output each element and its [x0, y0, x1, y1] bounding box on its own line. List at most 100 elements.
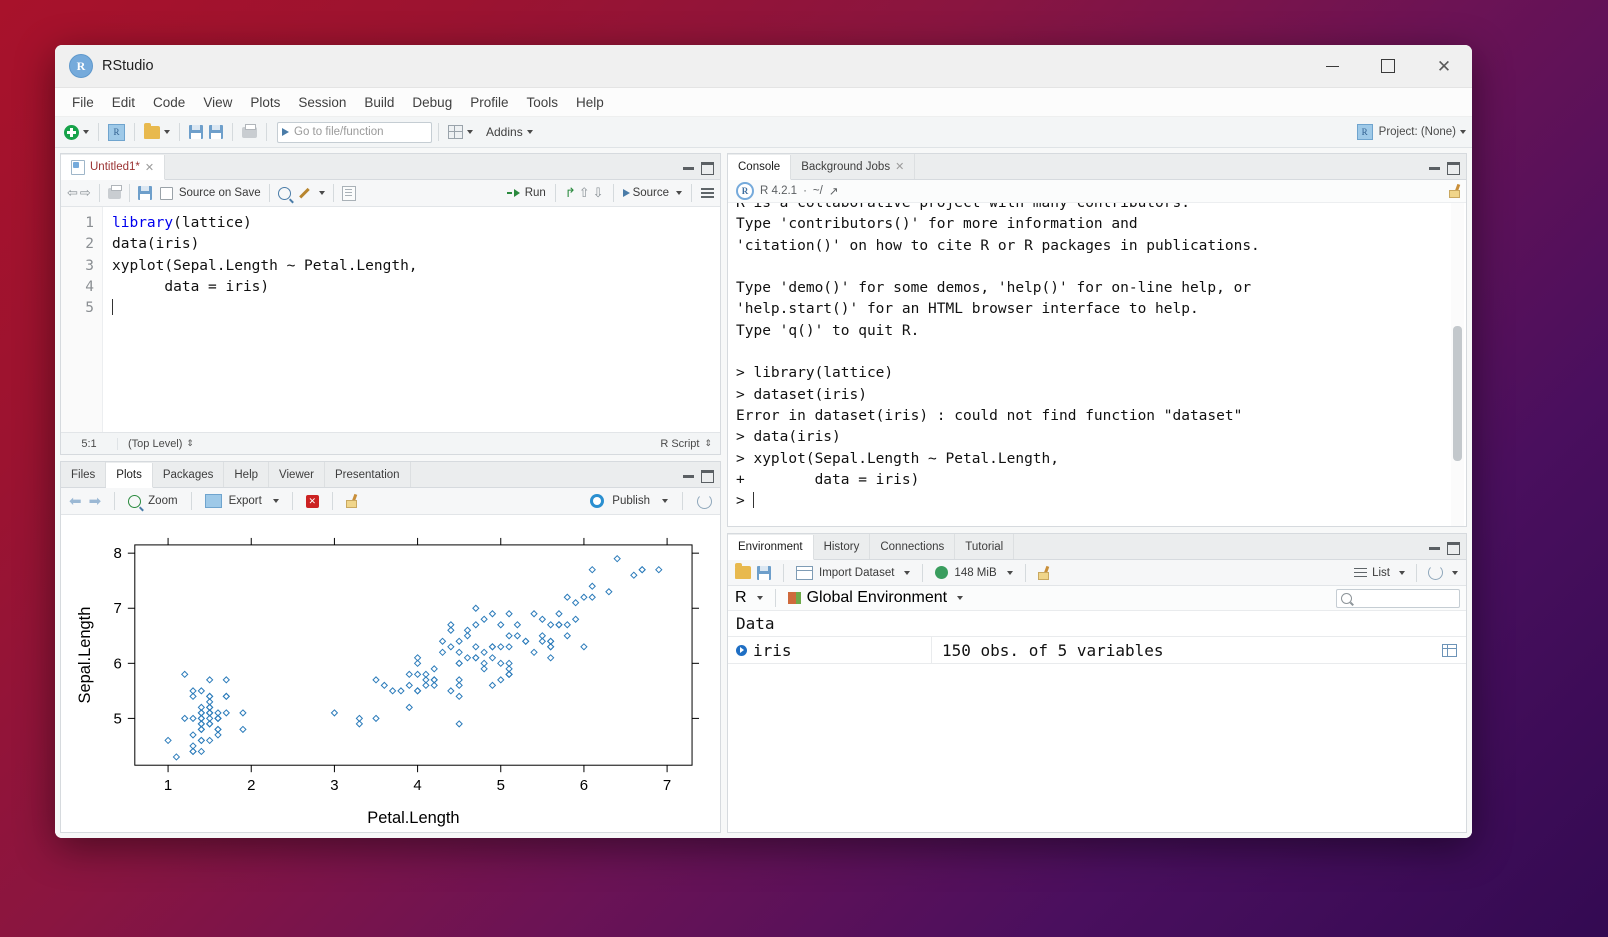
- publish-label[interactable]: Publish: [612, 495, 650, 507]
- close-icon[interactable]: ✕: [895, 160, 904, 173]
- maximize-pane-icon[interactable]: [1447, 542, 1460, 555]
- memory-usage-label[interactable]: 148 MiB: [954, 567, 996, 579]
- close-button[interactable]: ✕: [1416, 45, 1472, 87]
- new-project-button[interactable]: R: [105, 122, 128, 143]
- clear-environment-icon[interactable]: [1037, 566, 1051, 580]
- menu-view[interactable]: View: [194, 92, 241, 113]
- run-button[interactable]: Run: [506, 187, 546, 199]
- source-on-save-checkbox[interactable]: [159, 186, 173, 200]
- publish-icon[interactable]: [590, 494, 605, 508]
- memory-usage-icon[interactable]: [935, 566, 949, 579]
- addins-button[interactable]: Addins: [476, 123, 536, 141]
- document-outline-icon[interactable]: [701, 188, 714, 198]
- environment-search-input[interactable]: [1336, 588, 1460, 608]
- chevron-down-icon[interactable]: [272, 499, 279, 503]
- close-icon[interactable]: ✕: [145, 161, 154, 174]
- file-type-selector[interactable]: R Script ⇕: [660, 438, 712, 450]
- import-dataset-icon[interactable]: [796, 565, 813, 580]
- console-scrollbar-thumb[interactable]: [1453, 325, 1462, 462]
- console-scrollbar[interactable]: [1451, 203, 1464, 526]
- chevron-down-icon[interactable]: [318, 191, 325, 195]
- maximize-pane-icon[interactable]: [701, 162, 714, 175]
- chevron-down-icon[interactable]: [904, 570, 911, 575]
- tab-background-jobs[interactable]: Background Jobs ✕: [791, 154, 916, 179]
- tab-help[interactable]: Help: [224, 462, 270, 487]
- rerun-icon[interactable]: ↱: [565, 185, 576, 201]
- minimize-pane-icon[interactable]: [683, 167, 694, 170]
- table-row[interactable]: iris 150 obs. of 5 variables: [728, 636, 1466, 664]
- chevron-down-icon[interactable]: [1452, 570, 1458, 575]
- back-arrow-icon[interactable]: ⇦: [67, 185, 78, 201]
- zoom-label[interactable]: Zoom: [148, 495, 177, 507]
- minimize-button[interactable]: [1304, 45, 1360, 87]
- menu-profile[interactable]: Profile: [461, 92, 517, 113]
- minimize-pane-icon[interactable]: [683, 475, 694, 478]
- workbench-panes-button[interactable]: [445, 123, 476, 141]
- tab-connections[interactable]: Connections: [870, 534, 956, 559]
- open-file-button[interactable]: [141, 122, 173, 141]
- editor-save-icon[interactable]: [137, 186, 152, 200]
- language-selector-label[interactable]: R: [735, 589, 747, 607]
- code-tools-icon[interactable]: [299, 186, 313, 200]
- chevron-down-icon[interactable]: [662, 499, 668, 503]
- maximize-button[interactable]: [1360, 45, 1416, 87]
- menu-tools[interactable]: Tools: [517, 92, 567, 113]
- environment-view-selector[interactable]: List: [1354, 563, 1458, 582]
- import-dataset-label[interactable]: Import Dataset: [819, 567, 894, 579]
- menu-debug[interactable]: Debug: [403, 92, 461, 113]
- console-output[interactable]: R is a collaborative project with many c…: [728, 203, 1466, 526]
- clear-plots-icon[interactable]: [345, 494, 359, 508]
- editor-body[interactable]: 1 2 3 4 5 library(lattice) data(iris) xy…: [61, 207, 720, 432]
- export-icon[interactable]: [204, 494, 222, 508]
- minimize-pane-icon[interactable]: [1429, 167, 1440, 170]
- tab-files[interactable]: Files: [61, 462, 107, 487]
- tab-packages[interactable]: Packages: [153, 462, 225, 487]
- new-file-button[interactable]: [61, 123, 92, 142]
- code-area[interactable]: library(lattice) data(iris) xyplot(Sepal…: [103, 207, 720, 432]
- menu-code[interactable]: Code: [144, 92, 194, 113]
- save-all-button[interactable]: [206, 123, 226, 141]
- view-data-grid-icon[interactable]: [1442, 643, 1457, 657]
- refresh-environment-icon[interactable]: [1428, 565, 1443, 580]
- save-workspace-icon[interactable]: [757, 565, 771, 580]
- expand-icon[interactable]: [736, 644, 747, 656]
- maximize-pane-icon[interactable]: [701, 470, 714, 483]
- environment-object-name-cell[interactable]: iris: [728, 637, 932, 663]
- forward-arrow-icon[interactable]: ⇨: [80, 185, 91, 201]
- chevron-down-icon[interactable]: [676, 191, 682, 195]
- chevron-down-icon[interactable]: [957, 596, 964, 600]
- tab-history[interactable]: History: [814, 534, 871, 559]
- zoom-icon[interactable]: [128, 494, 142, 508]
- print-button[interactable]: [239, 123, 260, 140]
- menu-session[interactable]: Session: [289, 92, 355, 113]
- tab-environment[interactable]: Environment: [728, 535, 814, 560]
- remove-plot-icon[interactable]: ✕: [305, 494, 319, 508]
- tab-presentation[interactable]: Presentation: [325, 462, 411, 487]
- minimize-pane-icon[interactable]: [1429, 547, 1440, 550]
- menu-help[interactable]: Help: [567, 92, 613, 113]
- compile-report-icon[interactable]: [341, 185, 356, 201]
- tab-viewer[interactable]: Viewer: [269, 462, 325, 487]
- tab-untitled1[interactable]: Untitled1* ✕: [61, 155, 166, 180]
- menu-edit[interactable]: Edit: [103, 92, 144, 113]
- chevron-down-icon[interactable]: [1006, 570, 1013, 575]
- show-document-outline-icon[interactable]: [107, 184, 122, 199]
- goto-file-function-input[interactable]: Go to file/function: [277, 121, 432, 143]
- scope-selector[interactable]: (Top Level) ⇕: [118, 438, 194, 450]
- previous-plot-icon[interactable]: ⬅: [69, 492, 82, 510]
- save-button[interactable]: [186, 123, 206, 141]
- global-environment-label[interactable]: Global Environment: [807, 589, 948, 607]
- tab-plots[interactable]: Plots: [106, 463, 153, 488]
- chevron-down-icon[interactable]: [756, 596, 763, 600]
- maximize-pane-icon[interactable]: [1447, 162, 1460, 175]
- refresh-plot-icon[interactable]: [697, 493, 712, 509]
- project-selector[interactable]: R Project: (None): [1356, 117, 1466, 147]
- export-label[interactable]: Export: [229, 495, 262, 507]
- load-workspace-icon[interactable]: [735, 563, 751, 579]
- menu-build[interactable]: Build: [355, 92, 403, 113]
- go-up-chunk-icon[interactable]: ⇧: [579, 185, 590, 201]
- open-directory-icon[interactable]: ↗: [829, 184, 839, 198]
- menu-plots[interactable]: Plots: [241, 92, 289, 113]
- tab-console[interactable]: Console: [728, 155, 792, 180]
- tab-tutorial[interactable]: Tutorial: [955, 534, 1015, 559]
